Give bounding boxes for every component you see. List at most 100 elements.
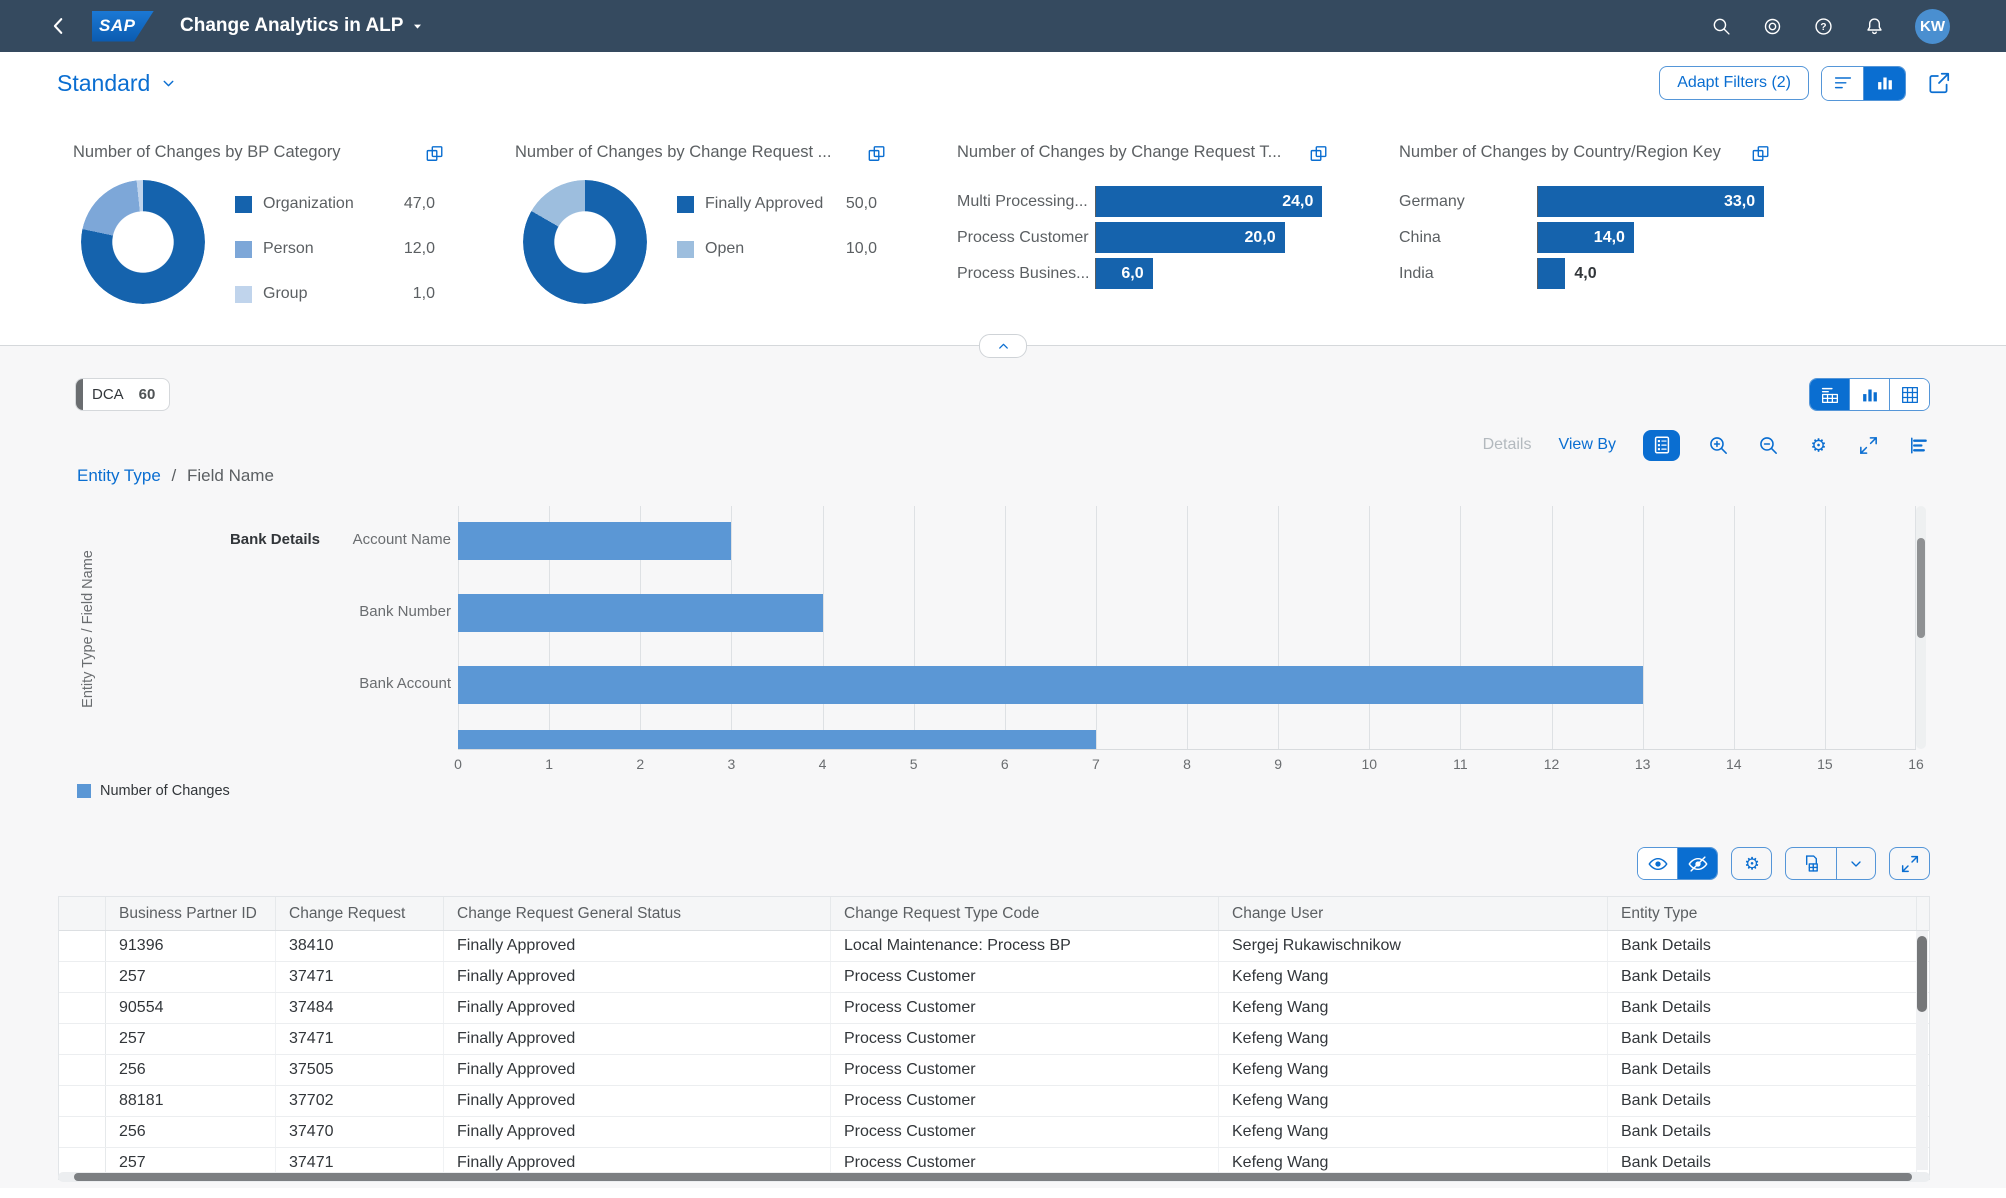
legend-label: Group	[263, 285, 308, 302]
x-axis-tick-label: 3	[727, 756, 736, 772]
table-scrollbar-thumb[interactable]	[1917, 936, 1927, 1012]
chart-scrollbar-thumb[interactable]	[1917, 538, 1925, 638]
open-chart-button[interactable]	[424, 143, 445, 164]
x-axis-tick-label: 15	[1817, 756, 1833, 772]
kpi-bar-label: Process Customer	[957, 228, 1089, 246]
open-chart-button[interactable]	[866, 143, 887, 164]
table-settings-button[interactable]: ⚙	[1731, 847, 1772, 880]
column-header-change-user[interactable]: Change User	[1219, 897, 1608, 930]
chart-view-toggle[interactable]	[1849, 379, 1889, 410]
filter-fields-toggle[interactable]	[1822, 66, 1863, 100]
table-row[interactable]: 257 37471 Finally Approved Process Customer…	[59, 1024, 1929, 1055]
copilot-button[interactable]	[1762, 16, 1783, 37]
row-select-cell[interactable]	[59, 1055, 106, 1085]
zoom-in-button[interactable]	[1707, 434, 1730, 457]
app-title-menu[interactable]: Change Analytics in ALP	[180, 15, 424, 37]
kpi-bar-row: Germany 33,0	[1399, 186, 1771, 217]
x-axis-tick-label: 12	[1543, 756, 1560, 772]
table-view-toggle[interactable]	[1889, 379, 1929, 410]
table-row[interactable]: 90554 37484 Finally Approved Process Custom…	[59, 993, 1929, 1024]
kpi-card-title: Number of Changes by Change Request ...	[515, 143, 832, 161]
kpi-bar-label: Germany	[1399, 192, 1465, 210]
eye-icon	[1647, 853, 1669, 875]
kpi-bar[interactable]	[1538, 258, 1566, 289]
collapse-header-button[interactable]	[979, 334, 1027, 358]
column-header-entity-type[interactable]: Entity Type	[1608, 897, 1917, 930]
select-all-header-cell[interactable]	[59, 897, 106, 930]
svg-text:⚙: ⚙	[1744, 854, 1760, 874]
row-select-cell[interactable]	[59, 931, 106, 961]
back-button[interactable]	[48, 15, 70, 37]
show-details-toggle[interactable]	[1638, 848, 1677, 879]
horizontal-scrollbar-thumb[interactable]	[74, 1173, 1912, 1181]
column-header-business-partner-id[interactable]: Business Partner ID	[106, 897, 276, 930]
table-fullscreen-button[interactable]	[1889, 847, 1930, 880]
hybrid-view-toggle[interactable]	[1810, 379, 1849, 410]
table-cell: Finally Approved	[444, 993, 831, 1023]
export-button[interactable]	[1786, 848, 1836, 879]
kpi-card-title: Number of Changes by BP Category	[73, 143, 341, 161]
open-chart-button[interactable]	[1750, 143, 1771, 164]
table-row[interactable]: 91396 38410 Finally Approved Local Maintena…	[59, 931, 1929, 962]
x-axis-tick-label: 0	[454, 756, 462, 772]
filtered-by-chip[interactable]: DCA 60	[75, 378, 171, 411]
hide-details-toggle[interactable]	[1677, 848, 1717, 879]
table-row[interactable]: 256 37505 Finally Approved Process Customer…	[59, 1055, 1929, 1086]
donut-chart[interactable]	[523, 180, 647, 304]
x-axis-tick-label: 8	[1183, 756, 1191, 772]
row-select-cell[interactable]	[59, 1086, 106, 1116]
chart-bar[interactable]	[458, 730, 1096, 749]
kpi-bar[interactable]: 33,0	[1538, 186, 1765, 217]
kpi-bar-label: Process Busines...	[957, 264, 1090, 282]
row-select-cell[interactable]	[59, 1117, 106, 1147]
column-header-change-request-general-status[interactable]: Change Request General Status	[444, 897, 831, 930]
row-select-cell[interactable]	[59, 962, 106, 992]
help-button[interactable]: ?	[1813, 16, 1834, 37]
notifications-button[interactable]	[1864, 16, 1885, 37]
adapt-filters-button[interactable]: Adapt Filters (2)	[1659, 66, 1809, 100]
app-title: Change Analytics in ALP	[180, 15, 404, 36]
variant-selector[interactable]: Standard	[57, 70, 177, 97]
kpi-bar-row: Process Customer 20,0	[957, 222, 1329, 253]
export-menu-button[interactable]	[1836, 848, 1875, 879]
chart-fullscreen-button[interactable]	[1857, 434, 1880, 457]
chart-gridline	[1733, 506, 1735, 749]
legend-toggle-button[interactable]	[1643, 429, 1680, 461]
view-by-button[interactable]: View By	[1558, 436, 1616, 454]
chart-type-button[interactable]	[1907, 434, 1930, 457]
chart-bar[interactable]	[458, 666, 1643, 704]
grid-icon	[1899, 384, 1921, 406]
table-row[interactable]: 88181 37702 Finally Approved Process Custom…	[59, 1086, 1929, 1117]
kpi-bar[interactable]: 20,0	[1096, 222, 1285, 253]
column-header-change-request-type-code[interactable]: Change Request Type Code	[831, 897, 1219, 930]
legend-item: Group 1,0	[235, 282, 435, 306]
kpi-bar[interactable]: 24,0	[1096, 186, 1323, 217]
kpi-card-title: Number of Changes by Change Request T...	[957, 143, 1282, 161]
row-select-cell[interactable]	[59, 993, 106, 1023]
table-cell: Local Maintenance: Process BP	[831, 931, 1219, 961]
open-chart-button[interactable]	[1308, 143, 1329, 164]
table-cell: 37702	[276, 1086, 444, 1116]
chart-bar[interactable]	[458, 522, 732, 560]
breadcrumb-entity-type-link[interactable]: Entity Type	[77, 466, 161, 485]
x-axis-tick-label: 1	[545, 756, 554, 772]
donut-chart[interactable]	[81, 180, 205, 304]
kpi-bar[interactable]: 14,0	[1538, 222, 1634, 253]
row-select-cell[interactable]	[59, 1024, 106, 1054]
chart-gridline	[1551, 506, 1553, 749]
kpi-charts-toggle[interactable]	[1863, 66, 1905, 100]
table-row[interactable]: 257 37471 Finally Approved Process Customer…	[59, 962, 1929, 993]
eye-slash-icon	[1687, 853, 1709, 875]
user-avatar[interactable]: KW	[1915, 8, 1950, 44]
chart-settings-button[interactable]: ⚙	[1807, 434, 1830, 457]
table-row[interactable]: 256 37470 Finally Approved Process Customer…	[59, 1117, 1929, 1148]
kpi-bar[interactable]: 6,0	[1096, 258, 1153, 289]
chart-bar[interactable]	[458, 594, 823, 632]
zoom-out-button[interactable]	[1757, 434, 1780, 457]
share-button[interactable]	[1926, 70, 1952, 96]
chart-gridline	[1187, 506, 1188, 749]
chart-gridline	[1095, 506, 1097, 749]
column-header-change-request[interactable]: Change Request	[276, 897, 444, 930]
search-button[interactable]	[1711, 16, 1732, 37]
table-cell: Kefeng Wang	[1219, 1055, 1608, 1085]
